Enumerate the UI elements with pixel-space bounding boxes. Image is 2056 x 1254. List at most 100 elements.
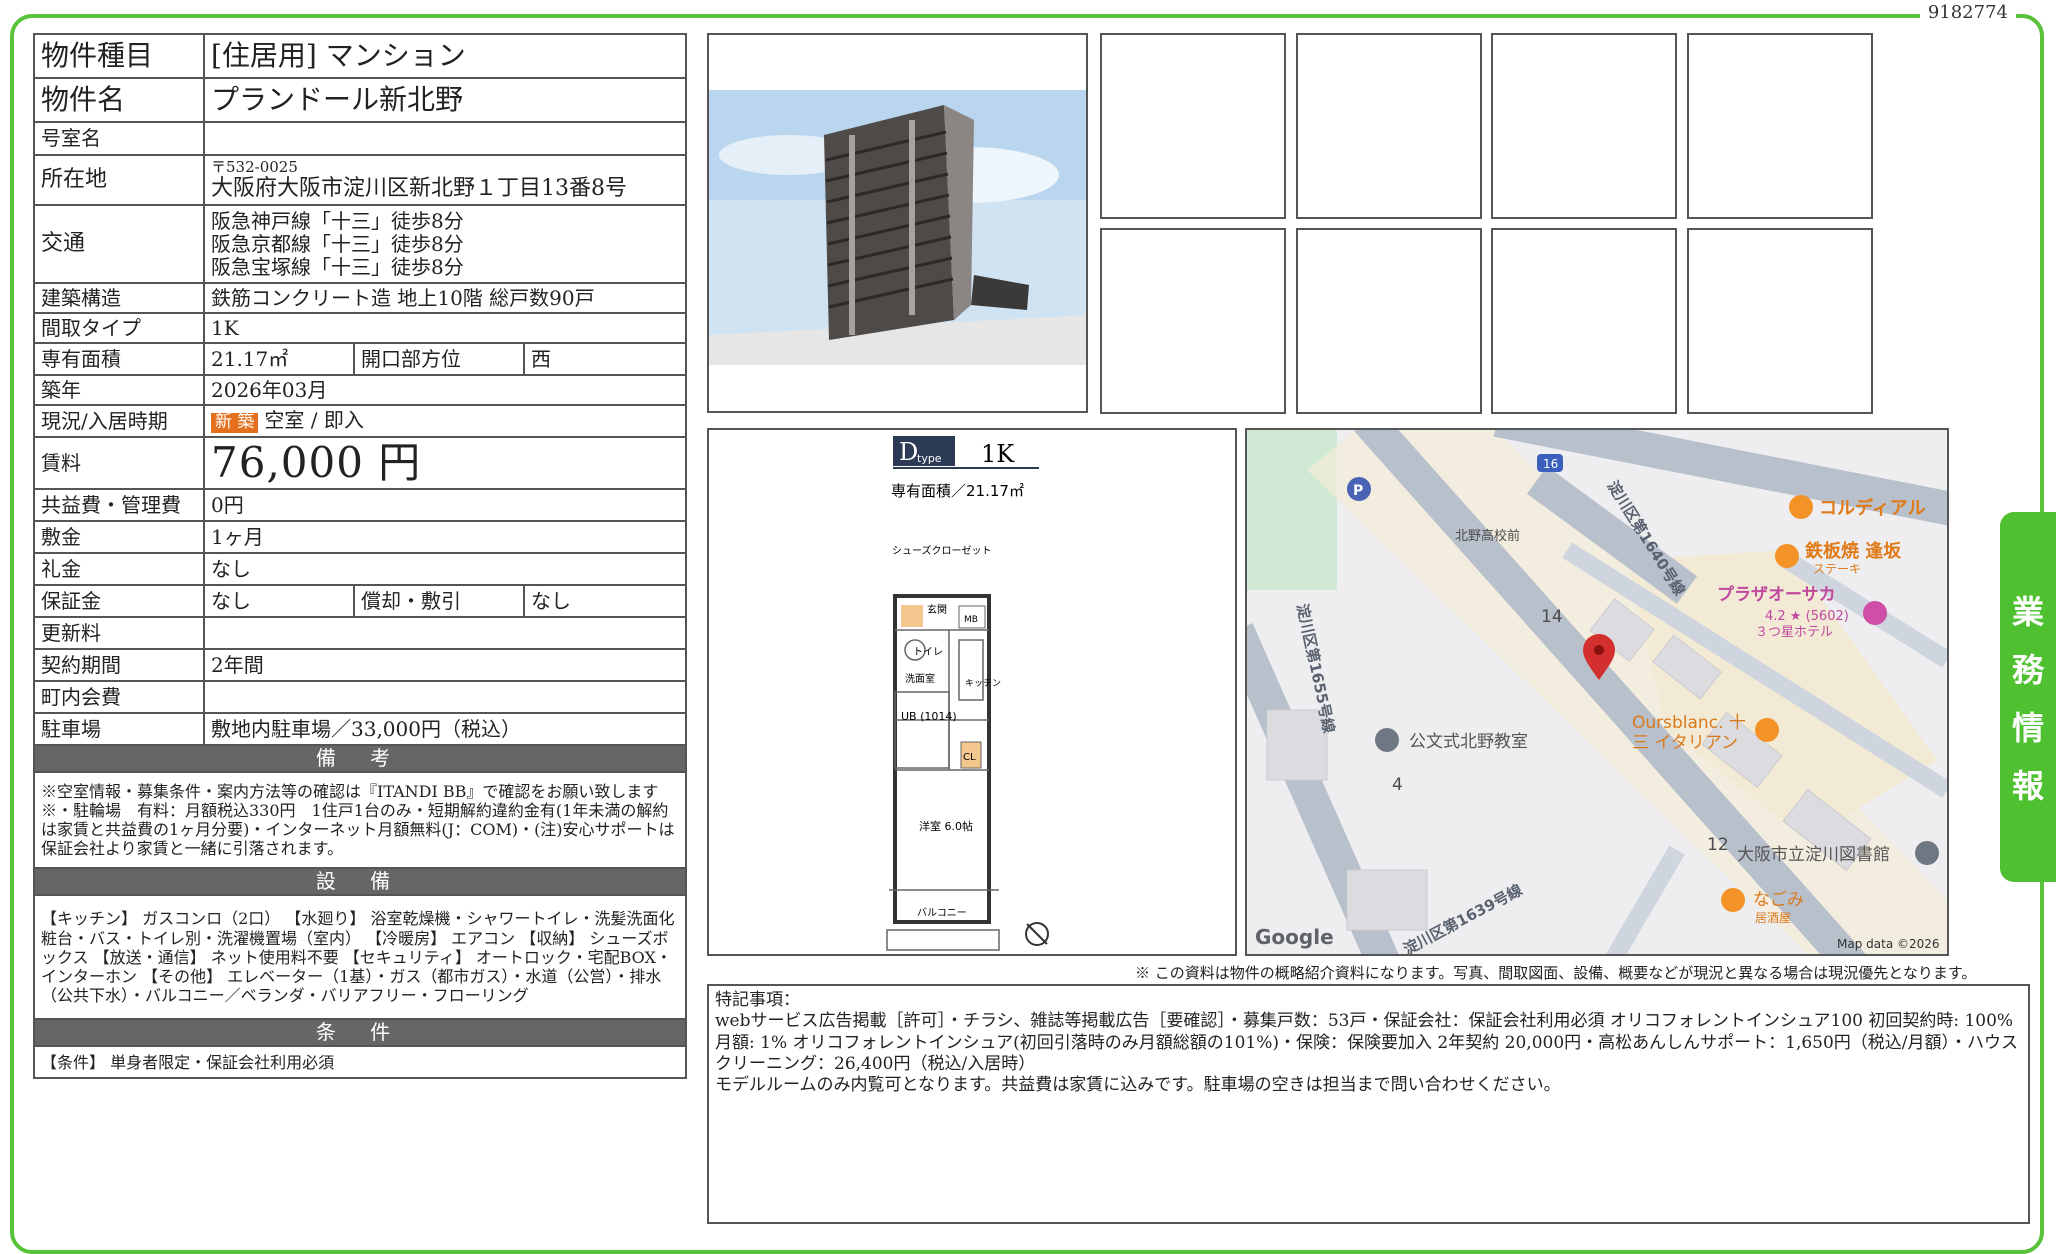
map-poi-sub: ステーキ (1813, 562, 1861, 576)
map-poi: 公文式北野教室 (1409, 732, 1528, 752)
photo-thumbnail[interactable] (1100, 33, 1286, 219)
type-value: [住居用] マンション (202, 33, 688, 79)
special-notes: 特記事項： webサービス広告掲載［許可］・チラシ、雑誌等掲載広告［要確認］・募… (707, 984, 2030, 1224)
floor-plan[interactable]: D type 1K 専有面積／21.17㎡ シューズクローゼット 玄関 MB ト… (707, 428, 1237, 956)
equipment-text: 【キッチン】 ガスコンロ（2口） 【水廻り】 浴室乾燥機・シャワートイレ・洗髪洗… (32, 894, 688, 1021)
postal-code: 〒532-0025 (211, 157, 298, 176)
key-money-label: 礼金 (33, 552, 205, 587)
photo-thumbnail[interactable] (1100, 228, 1286, 414)
plan-label: 洗面室 (905, 672, 935, 685)
side-tab-business-info[interactable]: 業 務 情 報 (2000, 512, 2056, 882)
map-poi: 鉄板焼 逢坂 (1805, 540, 1902, 562)
plan-type-tag: D (899, 438, 918, 466)
deposit-value: 1ヶ月 (202, 520, 688, 555)
building-image (709, 90, 1086, 365)
map-poi-rating: 4.2 ★ (5602) (1765, 609, 1849, 624)
photo-thumbnail[interactable] (1296, 33, 1482, 219)
area-value: 21.17㎡ (203, 342, 355, 376)
parking-label: 駐車場 (33, 712, 205, 747)
room-label: 号室名 (33, 121, 205, 156)
plan-area: 専有面積／21.17㎡ (891, 482, 1024, 500)
contract-label: 契約期間 (33, 648, 205, 683)
name-label: 物件名 (33, 77, 205, 123)
remarks-text: ※空室情報・募集条件・案内方法等の確認は『ITANDI BB』で確認をお願い致し… (32, 771, 688, 870)
special-notes-heading: 特記事項： (715, 990, 800, 1010)
plan-label: バルコニー (917, 907, 967, 919)
area-label: 専有面積 (33, 342, 205, 376)
structure-label: 建築構造 (33, 282, 205, 314)
deposit-label: 敷金 (33, 520, 205, 555)
map-poi: なごみ (1753, 890, 1804, 910)
structure-value: 鉄筋コンクリート造 地上10階 総戸数90戸 (202, 282, 688, 314)
conditions-text: 【条件】 単身者限定・保証会社利用必須 (32, 1045, 688, 1080)
building-photo[interactable] (707, 33, 1088, 413)
direction-label: 開口部方位 (353, 342, 525, 376)
access-label: 交通 (33, 204, 205, 284)
conditions-heading: 条 件 (32, 1018, 688, 1048)
map-poi-sub: 居酒屋 (1755, 911, 1791, 925)
plan-label: トイレ (913, 647, 943, 658)
plan-label: キッチン (965, 678, 1001, 689)
photo-thumbnail[interactable] (1687, 33, 1873, 219)
photo-thumbnail[interactable] (1491, 228, 1677, 414)
map-route-number: 16 (1543, 457, 1558, 471)
address-value: 大阪府大阪市淀川区新北野１丁目13番8号 (211, 175, 627, 201)
map-number: 12 (1707, 835, 1729, 855)
plan-label: 洋室 6.0帖 (919, 819, 973, 833)
key-money-value: なし (202, 552, 688, 587)
map-label-school: 北野高校前 (1455, 528, 1520, 544)
property-name: プランドール新北野 (202, 77, 688, 123)
fee-label: 共益費・管理費 (33, 488, 205, 523)
map-poi-sub: ３つ星ホテル (1755, 625, 1833, 640)
side-tab-char: 報 (2011, 767, 2044, 805)
plan-layout: 1K (981, 440, 1015, 468)
plan-type-sub: type (917, 452, 942, 465)
document-id: 9182774 (1919, 2, 2016, 23)
photo-thumbnail[interactable] (1296, 228, 1482, 414)
map-number: 4 (1392, 775, 1403, 795)
room-value (202, 121, 688, 156)
direction-value: 西 (522, 342, 688, 376)
rent-label: 賃料 (33, 435, 205, 491)
renewal-label: 更新料 (33, 616, 205, 651)
map-poi-sub: 三 イタリアン (1632, 733, 1738, 753)
side-tab-char: 務 (2011, 651, 2044, 689)
google-logo: Google (1255, 925, 1334, 949)
plan-label: CL (963, 752, 976, 763)
parking-value: 敷地内駐車場／33,000円（税込） (202, 712, 688, 747)
equipment-heading: 設 備 (32, 867, 688, 897)
side-tab-char: 情 (2011, 709, 2044, 747)
map-number: 14 (1541, 607, 1563, 627)
plan-label: UB (1014) (901, 710, 957, 723)
fee-value: 0円 (202, 488, 688, 523)
map-canvas: P 16 北野高校前 14 4 12 コルディアル 鉄板焼 逢坂 ステーキ プラ… (1247, 430, 1947, 954)
property-info-table: 物件種目 [住居用] マンション 物件名 プランドール新北野 号室名 所在地 〒… (32, 33, 688, 1080)
town-fee-label: 町内会費 (33, 680, 205, 715)
photo-thumbnail[interactable] (1491, 33, 1677, 219)
map-poi: プラザオーサカ (1717, 584, 1836, 605)
built-value: 2026年03月 (202, 374, 688, 406)
floor-plan-drawing: D type 1K 専有面積／21.17㎡ シューズクローゼット 玄関 MB ト… (886, 436, 1049, 951)
map-poi: コルディアル (1819, 497, 1926, 519)
plan-label: 玄関 (927, 603, 947, 616)
new-build-badge: 新 築 (211, 413, 259, 433)
type-label: 物件種目 (33, 33, 205, 79)
location-map[interactable]: P 16 北野高校前 14 4 12 コルディアル 鉄板焼 逢坂 ステーキ プラ… (1245, 428, 1949, 956)
town-fee-value (202, 680, 688, 715)
plan-label: MB (964, 615, 978, 625)
access-line: 阪急神戸線「十三」徒歩8分 (211, 208, 464, 233)
guarantee-label: 保証金 (33, 584, 205, 619)
svg-text:P: P (1353, 483, 1363, 499)
access-line: 阪急京都線「十三」徒歩8分 (211, 231, 464, 256)
status-label: 現況/入居時期 (33, 404, 205, 438)
amortization-value: なし (522, 584, 688, 619)
layout-label: 間取タイプ (33, 312, 205, 344)
photo-thumbnail[interactable] (1687, 228, 1873, 414)
layout-value: 1K (202, 312, 688, 344)
plan-label: シューズクローゼット (892, 544, 992, 557)
amortization-label: 償却・敷引 (353, 584, 525, 619)
contract-value: 2年間 (202, 648, 688, 683)
guarantee-value: なし (203, 584, 355, 619)
remarks-heading: 備 考 (32, 744, 688, 774)
special-notes-line: webサービス広告掲載［許可］・チラシ、雑誌等掲載広告［要確認］・募集戸数：53… (715, 1011, 2019, 1074)
